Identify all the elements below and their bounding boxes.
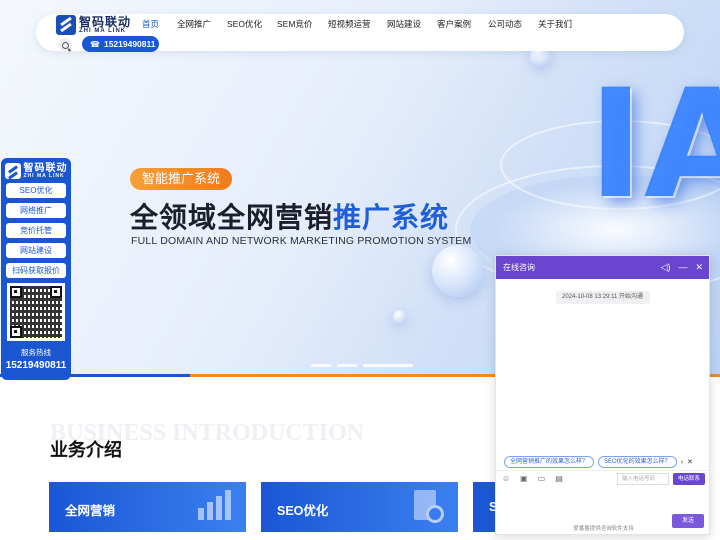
menu-item-cases[interactable]: 客户案例 [437,18,488,30]
business-card-marketing[interactable]: 全网营销 [49,482,246,532]
carousel-dot-2[interactable] [337,364,357,367]
carousel-dots [311,364,413,367]
chat-quick-questions: 全网营销推广的效果怎么样？ SEO优化的效果怎么样？ › ✕ [504,456,693,468]
logo-cn: 智码联动 [79,15,132,29]
chat-timestamp: 2024-10-08 13:29:11 开始沟通 [555,291,650,304]
side-float-panel: 智码联动 ZHI MA LINK SEO优化 网络推广 竞价托管 网站建设 扫码… [1,158,71,380]
document-search-icon [408,488,444,524]
carousel-dot-1[interactable] [311,364,331,367]
hero-subtitle: FULL DOMAIN AND NETWORK MARKETING PROMOT… [131,235,472,247]
side-logo-en: ZHI MA LINK [23,172,65,179]
qr-corner-tl [10,286,22,298]
emoji-icon[interactable]: ☺ [502,474,510,483]
chat-divider [496,470,709,471]
phone-icon: ☎ [90,39,100,49]
hero-sphere-tiny [393,310,407,324]
folder-icon[interactable]: ▭ [538,474,546,483]
hero-title: 全领域全网营销推广系统 [130,196,449,236]
menu-item-sem[interactable]: SEM竞价 [277,18,328,30]
quick-question-2[interactable]: SEO优化的效果怎么样？ [598,456,677,468]
menu-item-about[interactable]: 关于我们 [538,18,572,30]
image-icon[interactable]: ▣ [520,474,528,483]
side-button-seo[interactable]: SEO优化 [6,183,66,198]
powered-by: 爱番番提供咨询软件支持 [573,526,634,532]
phone-number: 15219490811 [103,39,156,49]
hero-title-main: 全领域全网营销 [130,202,334,233]
side-logo-text: 智码联动 ZHI MA LINK [23,162,68,179]
carousel-dot-3[interactable] [363,364,413,367]
hotline-number: 15219490811 [5,360,67,371]
file-icon[interactable]: ▤ [555,474,563,483]
side-logo: 智码联动 ZHI MA LINK [1,163,71,179]
menu-item-news[interactable]: 公司动态 [488,18,538,30]
menu-item-website[interactable]: 网站建设 [387,18,437,30]
chat-title: 在线咨询 [503,263,535,272]
hero-ia-art: IA [588,58,720,232]
chat-phone-input[interactable]: 输入电话号码 [617,473,669,485]
side-button-quote[interactable]: 扫码获取报价 [6,263,66,278]
chat-header: 在线咨询 ◁) — ✕ [496,256,709,279]
menu-item-short-video[interactable]: 短视频运营 [328,18,387,30]
close-quick-icon[interactable]: ✕ [687,458,693,466]
search-button[interactable] [58,38,72,52]
chat-controls: ◁) — ✕ [661,256,703,279]
logo-en: ZHI MA LINK [79,28,127,34]
close-icon[interactable]: ✕ [695,256,703,279]
phone-button[interactable]: ☎ 15219490811 [82,36,159,52]
hero-tag: 智能推广系统 [130,168,233,190]
chart-icon [196,488,232,524]
hotline-label: 服务热线 [21,348,51,357]
qr-corner-tr [50,286,62,298]
chat-toolbar: ☺ ▣ ▭ ▤ [502,474,563,483]
side-logo-mark-icon [4,163,21,179]
section-title: 业务介绍 [50,440,122,460]
search-icon [61,41,69,49]
logo[interactable]: 智码联动 ZHI MA LINK [56,15,131,35]
minimize-icon[interactable]: — [678,256,687,279]
business-card-label: 全网营销 [65,504,116,518]
business-card-label: SEO优化 [277,504,329,518]
chat-widget: 在线咨询 ◁) — ✕ 2024-10-08 13:29:11 开始沟通 全网营… [495,255,710,535]
qr-code [7,283,65,341]
main-menu: 首页 全网推广 SEO优化 SEM竞价 短视频运营 网站建设 客户案例 公司动态… [142,18,572,30]
side-button-website[interactable]: 网站建设 [6,243,66,258]
menu-item-seo[interactable]: SEO优化 [227,18,277,30]
side-button-bidding[interactable]: 竞价托管 [6,223,66,238]
qr-corner-bl [10,326,22,338]
hero-sphere-large [432,245,484,297]
side-logo-cn: 智码联动 [23,162,68,174]
side-button-promotion[interactable]: 网络推广 [6,203,66,218]
call-contact-button[interactable]: 电话联系 [673,473,705,485]
menu-item-promotion[interactable]: 全网推广 [177,18,227,30]
hero-title-highlight: 推广系统 [333,202,450,233]
quick-question-1[interactable]: 全网营销推广的效果怎么样？ [504,456,595,468]
business-card-seo[interactable]: SEO优化 [261,482,458,532]
speaker-icon[interactable]: ◁) [661,256,671,279]
chevron-right-icon[interactable]: › [681,459,683,466]
menu-item-home[interactable]: 首页 [142,18,177,30]
logo-mark-icon [56,15,76,35]
logo-text: 智码联动 ZHI MA LINK [79,16,131,34]
